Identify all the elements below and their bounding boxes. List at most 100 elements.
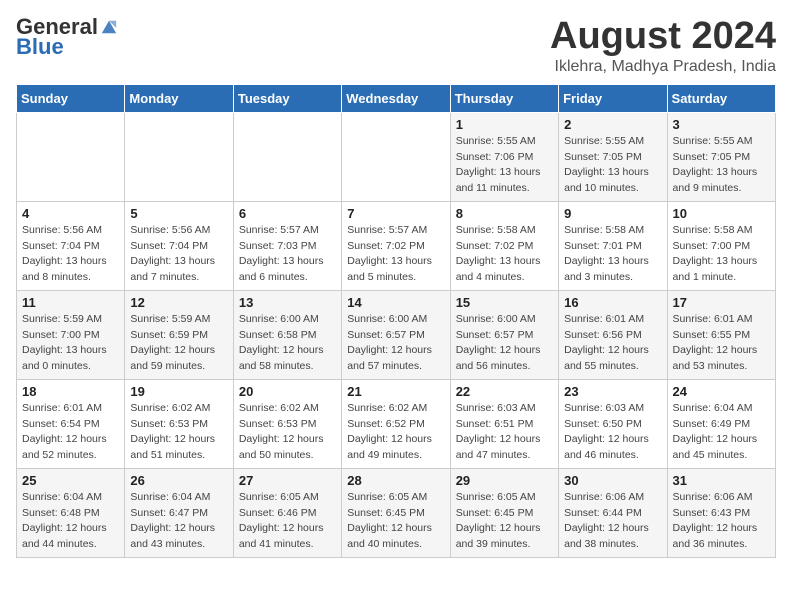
- table-row: 3Sunrise: 5:55 AMSunset: 7:05 PMDaylight…: [667, 112, 775, 201]
- day-number: 9: [564, 206, 661, 221]
- table-row: 27Sunrise: 6:05 AMSunset: 6:46 PMDayligh…: [233, 468, 341, 557]
- day-info: Sunrise: 5:56 AMSunset: 7:04 PMDaylight:…: [22, 223, 119, 286]
- title-block: August 2024 Iklehra, Madhya Pradesh, Ind…: [550, 16, 776, 76]
- day-number: 14: [347, 295, 444, 310]
- day-info: Sunrise: 6:01 AMSunset: 6:56 PMDaylight:…: [564, 312, 661, 375]
- table-row: 29 Sunrise: 6:05 AMSunset: 6:45 PMDayligh…: [450, 468, 558, 557]
- day-info: Sunrise: 6:02 AMSunset: 6:53 PMDaylight:…: [239, 401, 336, 464]
- day-number: 27: [239, 473, 336, 488]
- day-number: 3: [673, 117, 770, 132]
- day-number: 7: [347, 206, 444, 221]
- day-number: 15: [456, 295, 553, 310]
- day-number: 2: [564, 117, 661, 132]
- day-info: Sunrise: 5:56 AMSunset: 7:04 PMDaylight:…: [130, 223, 227, 286]
- day-info: Sunrise: 5:57 AMSunset: 7:02 PMDaylight:…: [347, 223, 444, 286]
- table-row: [17, 112, 125, 201]
- day-number: 28: [347, 473, 444, 488]
- day-info: Sunrise: 6:02 AMSunset: 6:53 PMDaylight:…: [130, 401, 227, 464]
- table-row: [233, 112, 341, 201]
- calendar-week-row: 11Sunrise: 5:59 AMSunset: 7:00 PMDayligh…: [17, 290, 776, 379]
- calendar-week-row: 4 Sunrise: 5:56 AMSunset: 7:04 PMDaylight…: [17, 201, 776, 290]
- calendar-week-row: 25 Sunrise: 6:04 AMSunset: 6:48 PMDayligh…: [17, 468, 776, 557]
- table-row: 19 Sunrise: 6:02 AMSunset: 6:53 PMDayligh…: [125, 379, 233, 468]
- day-number: 13: [239, 295, 336, 310]
- col-sunday: Sunday: [17, 84, 125, 112]
- table-row: 15 Sunrise: 6:00 AMSunset: 6:57 PMDayligh…: [450, 290, 558, 379]
- day-number: 18: [22, 384, 119, 399]
- table-row: 31 Sunrise: 6:06 AMSunset: 6:43 PMDayligh…: [667, 468, 775, 557]
- day-info: Sunrise: 5:58 AMSunset: 7:01 PMDaylight:…: [564, 223, 661, 286]
- table-row: 28 Sunrise: 6:05 AMSunset: 6:45 PMDayligh…: [342, 468, 450, 557]
- day-info: Sunrise: 6:00 AMSunset: 6:58 PMDaylight:…: [239, 312, 336, 375]
- day-number: 5: [130, 206, 227, 221]
- day-number: 22: [456, 384, 553, 399]
- table-row: 13 Sunrise: 6:00 AMSunset: 6:58 PMDayligh…: [233, 290, 341, 379]
- col-saturday: Saturday: [667, 84, 775, 112]
- logo: General Blue: [16, 16, 118, 58]
- table-row: 26 Sunrise: 6:04 AMSunset: 6:47 PMDayligh…: [125, 468, 233, 557]
- day-number: 4: [22, 206, 119, 221]
- day-number: 20: [239, 384, 336, 399]
- day-number: 8: [456, 206, 553, 221]
- table-row: 17 Sunrise: 6:01 AMSunset: 6:55 PMDayligh…: [667, 290, 775, 379]
- day-info: Sunrise: 5:55 AMSunset: 7:05 PMDaylight:…: [564, 134, 661, 197]
- day-number: 25: [22, 473, 119, 488]
- logo-icon: [100, 18, 118, 36]
- table-row: 14 Sunrise: 6:00 AMSunset: 6:57 PMDayligh…: [342, 290, 450, 379]
- day-number: 23: [564, 384, 661, 399]
- day-info: Sunrise: 5:58 AMSunset: 7:00 PMDaylight:…: [673, 223, 770, 286]
- day-info: Sunrise: 5:57 AMSunset: 7:03 PMDaylight:…: [239, 223, 336, 286]
- table-row: 11Sunrise: 5:59 AMSunset: 7:00 PMDayligh…: [17, 290, 125, 379]
- table-row: 6Sunrise: 5:57 AMSunset: 7:03 PMDaylight…: [233, 201, 341, 290]
- table-row: 5 Sunrise: 5:56 AMSunset: 7:04 PMDaylight…: [125, 201, 233, 290]
- day-number: 31: [673, 473, 770, 488]
- calendar-week-row: 18 Sunrise: 6:01 AMSunset: 6:54 PMDayligh…: [17, 379, 776, 468]
- table-row: 7 Sunrise: 5:57 AMSunset: 7:02 PMDaylight…: [342, 201, 450, 290]
- day-info: Sunrise: 5:58 AMSunset: 7:02 PMDaylight:…: [456, 223, 553, 286]
- col-thursday: Thursday: [450, 84, 558, 112]
- table-row: 24 Sunrise: 6:04 AMSunset: 6:49 PMDayligh…: [667, 379, 775, 468]
- table-row: 20 Sunrise: 6:02 AMSunset: 6:53 PMDayligh…: [233, 379, 341, 468]
- day-info: Sunrise: 6:05 AMSunset: 6:45 PMDaylight:…: [347, 490, 444, 553]
- calendar-week-row: 1Sunrise: 5:55 AMSunset: 7:06 PMDaylight…: [17, 112, 776, 201]
- col-wednesday: Wednesday: [342, 84, 450, 112]
- table-row: 25 Sunrise: 6:04 AMSunset: 6:48 PMDayligh…: [17, 468, 125, 557]
- day-number: 29: [456, 473, 553, 488]
- day-info: Sunrise: 5:55 AMSunset: 7:06 PMDaylight:…: [456, 134, 553, 197]
- day-number: 24: [673, 384, 770, 399]
- day-number: 10: [673, 206, 770, 221]
- day-number: 26: [130, 473, 227, 488]
- day-info: Sunrise: 6:00 AMSunset: 6:57 PMDaylight:…: [347, 312, 444, 375]
- table-row: 18 Sunrise: 6:01 AMSunset: 6:54 PMDayligh…: [17, 379, 125, 468]
- day-info: Sunrise: 6:05 AMSunset: 6:45 PMDaylight:…: [456, 490, 553, 553]
- day-info: Sunrise: 5:59 AMSunset: 7:00 PMDaylight:…: [22, 312, 119, 375]
- table-row: 12Sunrise: 5:59 AMSunset: 6:59 PMDayligh…: [125, 290, 233, 379]
- day-number: 21: [347, 384, 444, 399]
- table-row: 10 Sunrise: 5:58 AMSunset: 7:00 PMDayligh…: [667, 201, 775, 290]
- day-number: 12: [130, 295, 227, 310]
- table-row: 4 Sunrise: 5:56 AMSunset: 7:04 PMDaylight…: [17, 201, 125, 290]
- day-number: 16: [564, 295, 661, 310]
- day-info: Sunrise: 6:01 AMSunset: 6:54 PMDaylight:…: [22, 401, 119, 464]
- day-number: 19: [130, 384, 227, 399]
- table-row: 23Sunrise: 6:03 AMSunset: 6:50 PMDayligh…: [559, 379, 667, 468]
- table-row: 30 Sunrise: 6:06 AMSunset: 6:44 PMDayligh…: [559, 468, 667, 557]
- day-info: Sunrise: 6:00 AMSunset: 6:57 PMDaylight:…: [456, 312, 553, 375]
- day-info: Sunrise: 6:04 AMSunset: 6:49 PMDaylight:…: [673, 401, 770, 464]
- table-row: 16 Sunrise: 6:01 AMSunset: 6:56 PMDayligh…: [559, 290, 667, 379]
- day-info: Sunrise: 6:06 AMSunset: 6:43 PMDaylight:…: [673, 490, 770, 553]
- day-info: Sunrise: 6:06 AMSunset: 6:44 PMDaylight:…: [564, 490, 661, 553]
- day-info: Sunrise: 6:03 AMSunset: 6:51 PMDaylight:…: [456, 401, 553, 464]
- day-info: Sunrise: 6:04 AMSunset: 6:47 PMDaylight:…: [130, 490, 227, 553]
- page-header: General Blue August 2024 Iklehra, Madhya…: [16, 16, 776, 76]
- calendar-header-row: Sunday Monday Tuesday Wednesday Thursday…: [17, 84, 776, 112]
- day-number: 17: [673, 295, 770, 310]
- day-info: Sunrise: 6:01 AMSunset: 6:55 PMDaylight:…: [673, 312, 770, 375]
- table-row: 1Sunrise: 5:55 AMSunset: 7:06 PMDaylight…: [450, 112, 558, 201]
- day-number: 30: [564, 473, 661, 488]
- day-info: Sunrise: 6:04 AMSunset: 6:48 PMDaylight:…: [22, 490, 119, 553]
- location-title: Iklehra, Madhya Pradesh, India: [550, 58, 776, 76]
- calendar-table: Sunday Monday Tuesday Wednesday Thursday…: [16, 84, 776, 558]
- table-row: [342, 112, 450, 201]
- table-row: 8 Sunrise: 5:58 AMSunset: 7:02 PMDaylight…: [450, 201, 558, 290]
